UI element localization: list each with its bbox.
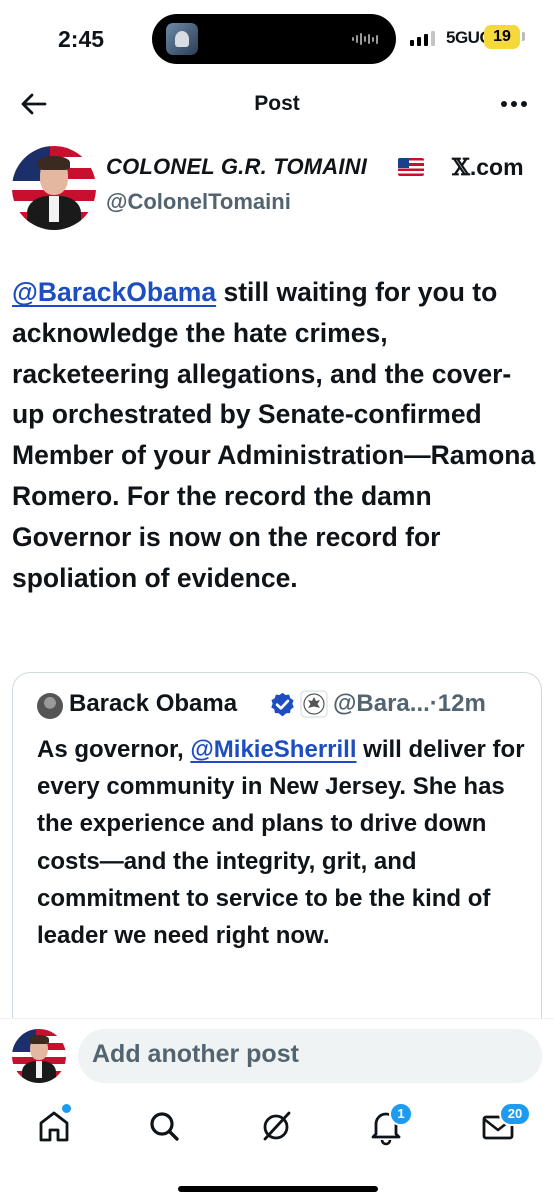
author-name[interactable]: COLONEL G.R. TOMAINI (106, 154, 367, 180)
quoted-text-before: As governor, (37, 736, 191, 763)
quoted-author-handle: @Bara... (333, 690, 430, 717)
composer-avatar[interactable] (12, 1029, 66, 1083)
quoted-author-meta: @Bara...·12m (333, 690, 486, 718)
quoted-text-after: will deliver for every community in New … (37, 736, 525, 950)
mention-link[interactable]: @BarackObama (12, 277, 216, 307)
add-post-input[interactable]: Add another post (78, 1029, 542, 1083)
seal-icon (300, 690, 328, 718)
more-icon[interactable] (496, 90, 532, 118)
verified-icon (271, 692, 294, 717)
post-text: @BarackObama still waiting for you to ac… (12, 272, 542, 598)
reply-composer: Add another post (0, 1018, 554, 1093)
audio-wave-icon (352, 32, 378, 46)
add-post-placeholder: Add another post (92, 1040, 299, 1068)
quoted-author-avatar (37, 693, 63, 719)
post-body-text: still waiting for you to acknowledge the… (12, 277, 536, 593)
battery-tip (522, 32, 525, 41)
quoted-post-text: As governor, @MikieSherrill will deliver… (37, 731, 527, 954)
page-title: Post (254, 92, 300, 115)
notifications-badge: 1 (389, 1102, 413, 1126)
author-avatar[interactable] (12, 146, 96, 230)
bottom-tab-bar: 1 20 (0, 1092, 554, 1200)
battery-indicator: 19 (484, 25, 520, 49)
source-domain: .com (469, 154, 524, 180)
author-handle[interactable]: @ColonelTomaini (106, 189, 291, 215)
home-indicator[interactable] (178, 1186, 378, 1192)
quoted-post[interactable]: Barack Obama @Bara...·12m As governor, @… (12, 672, 542, 1073)
messages-badge: 20 (499, 1102, 531, 1126)
dynamic-island[interactable] (152, 14, 396, 64)
status-time: 2:45 (58, 26, 105, 52)
quoted-post-time: 12m (437, 690, 486, 717)
cellular-signal-icon (410, 30, 435, 46)
us-flag-icon (398, 158, 424, 176)
post-header: Post (0, 78, 554, 132)
search-icon[interactable] (144, 1106, 184, 1146)
status-bar: 2:45 5GUC 19 (0, 0, 554, 78)
source-label: 𝕏.com (452, 154, 524, 181)
now-playing-app-icon (166, 23, 198, 55)
quoted-mention-link[interactable]: @MikieSherrill (190, 736, 356, 763)
dot-separator: · (429, 690, 438, 717)
grok-icon[interactable] (256, 1106, 296, 1146)
quoted-author-name: Barack Obama (69, 690, 238, 717)
x-logo-icon: 𝕏 (452, 154, 470, 181)
home-unread-dot (62, 1104, 71, 1113)
